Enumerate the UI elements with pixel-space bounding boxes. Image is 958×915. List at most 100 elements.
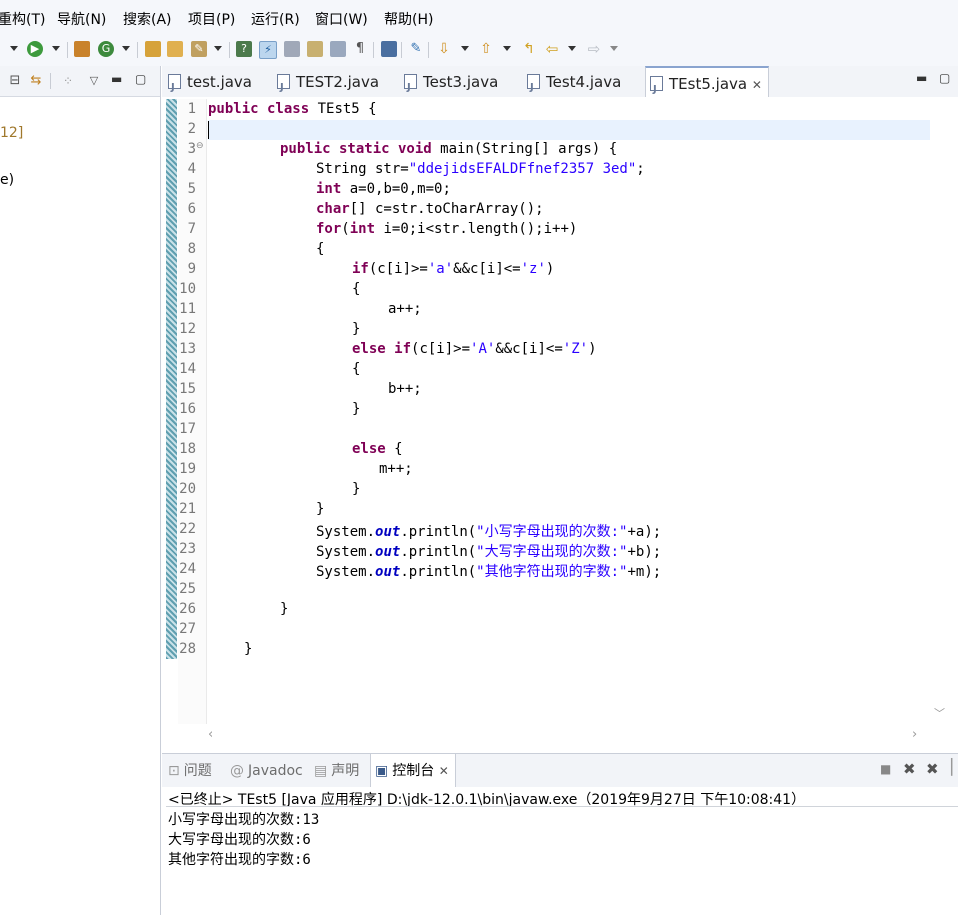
build-icon[interactable]: ✎ [191, 41, 207, 57]
menu-help[interactable]: 帮助(H) [384, 9, 433, 29]
java-file-icon [168, 72, 181, 104]
collapse-all-icon[interactable]: ⊟ [7, 73, 23, 89]
line-number: 15 [179, 381, 196, 397]
code-line: } [352, 321, 361, 337]
view-menu-icon[interactable]: ▽ [86, 73, 102, 89]
vertical-scrollbar[interactable]: ﹀ [930, 97, 950, 727]
code-line: m++; [379, 461, 413, 477]
code-line: { [352, 361, 361, 377]
prev-edit-icon[interactable]: ⇧ [478, 41, 494, 57]
dropdown-arrow-icon[interactable] [610, 46, 618, 51]
code-line: } [352, 481, 361, 497]
document-icon[interactable] [330, 41, 346, 57]
dropdown-arrow-icon[interactable] [568, 46, 576, 51]
tree-item-partial[interactable]: 12] [0, 125, 23, 141]
filter-icon[interactable]: ⁘ [60, 73, 76, 89]
dropdown-arrow-icon[interactable] [214, 46, 222, 51]
edit-icon[interactable] [307, 41, 323, 57]
run-icon[interactable]: ▶ [27, 41, 43, 57]
tab-label: 控制台 [392, 763, 435, 779]
tab-label: 声明 [331, 763, 360, 779]
toggle-mark-icon[interactable]: ⚡ [259, 41, 277, 59]
console-divider [166, 806, 958, 807]
search-icon[interactable]: ? [236, 41, 252, 57]
line-number: 27 [179, 621, 196, 637]
line-number: 7 [187, 221, 196, 237]
tab-problems[interactable]: ⊡ 问题 [168, 754, 212, 788]
dropdown-arrow-icon[interactable] [52, 46, 60, 51]
tab-test5-java[interactable]: TEst5.java ✕ [645, 66, 769, 106]
menu-navigate[interactable]: 导航(N) [57, 9, 106, 29]
minimize-icon[interactable]: ▬ [916, 71, 927, 85]
current-line-highlight [208, 120, 930, 140]
back-icon[interactable]: ⇦ [544, 41, 560, 57]
toolbar-separator [67, 42, 68, 58]
menu-project[interactable]: 项目(P) [188, 9, 235, 29]
menu-window[interactable]: 窗口(W) [315, 9, 368, 29]
tab-console[interactable]: ▣ 控制台 ✕ [370, 754, 456, 788]
line-number: 17 [179, 421, 196, 437]
menu-bar: 重构(T) 导航(N) 搜索(A) 项目(P) 运行(R) 窗口(W) 帮助(H… [0, 0, 958, 34]
code-line: System.out.println("小写字母出现的次数:"+a); [316, 524, 662, 540]
toolbar-separator [401, 42, 402, 58]
code-line: } [352, 401, 361, 417]
line-number: 22 [179, 521, 196, 537]
tab-test-java[interactable]: test.java [168, 66, 252, 104]
toolbar-separator [229, 42, 230, 58]
code-editor[interactable] [162, 97, 958, 747]
line-number: 13 [179, 341, 196, 357]
close-tab-icon[interactable]: ✕ [439, 764, 449, 778]
code-line: } [280, 601, 289, 617]
scroll-right-icon[interactable]: › [912, 727, 917, 742]
fold-collapse-icon[interactable]: ⊖ [196, 141, 204, 151]
menu-refactor[interactable]: 重构(T) [0, 9, 45, 29]
java-file-icon [404, 72, 417, 104]
line-number: 2 [187, 121, 196, 137]
maximize-icon[interactable]: ▢ [135, 72, 146, 86]
menu-search[interactable]: 搜索(A) [123, 9, 172, 29]
menu-run[interactable]: 运行(R) [251, 9, 300, 29]
console-line: 小写字母出现的次数:13 [168, 812, 320, 828]
next-annotation-icon[interactable] [284, 41, 300, 57]
java-file-icon [277, 72, 290, 104]
java-file-icon [527, 72, 540, 104]
line-number: 9 [187, 261, 196, 277]
tab-test3-java[interactable]: Test3.java [404, 66, 498, 104]
open-folder-icon[interactable] [167, 41, 183, 57]
clear-console-icon[interactable]: ▏ [951, 758, 958, 776]
next-edit-icon[interactable]: ⇩ [436, 41, 452, 57]
maximize-icon[interactable]: ▢ [939, 71, 950, 85]
pin-icon[interactable]: ✎ [408, 41, 424, 57]
remove-launch-icon[interactable]: ✖ [903, 760, 916, 778]
open-project-icon[interactable] [145, 41, 161, 57]
horizontal-scrollbar[interactable]: ‹ › [206, 727, 926, 745]
terminate-icon[interactable]: ■ [880, 762, 891, 776]
last-edit-icon[interactable]: ↰ [521, 41, 537, 57]
remove-all-launches-icon[interactable]: ✖ [926, 760, 939, 778]
dropdown-arrow-icon[interactable] [122, 46, 130, 51]
console-icon[interactable] [381, 41, 397, 57]
tab-test2-java[interactable]: TEST2.java [277, 66, 379, 104]
forward-icon[interactable]: ⇨ [586, 41, 602, 57]
minimize-icon[interactable]: ▬ [111, 72, 122, 86]
scroll-left-icon[interactable]: ‹ [208, 727, 213, 742]
tab-label: 问题 [183, 763, 212, 779]
close-tab-icon[interactable]: ✕ [752, 78, 762, 92]
tab-declaration[interactable]: ▤ 声明 [314, 754, 359, 788]
javadoc-icon: @ [230, 763, 244, 779]
tab-test4-java[interactable]: Test4.java [527, 66, 621, 104]
line-number: 19 [179, 461, 196, 477]
dropdown-arrow-icon[interactable] [461, 46, 469, 51]
package-icon[interactable] [74, 41, 90, 57]
console-line: 其他字符出现的字数:6 [168, 852, 311, 868]
link-editor-icon[interactable]: ⇆ [28, 73, 44, 89]
tab-javadoc[interactable]: @ Javadoc [230, 754, 303, 788]
coverage-icon[interactable]: G [98, 41, 114, 57]
show-whitespace-icon[interactable]: ¶ [352, 41, 368, 57]
code-line: if(c[i]>='a'&&c[i]<='z') [352, 261, 555, 277]
dropdown-arrow-icon[interactable] [10, 46, 18, 51]
scroll-down-icon[interactable]: ﹀ [934, 705, 945, 721]
bottom-panel-tab-bar: ⊡ 问题 @ Javadoc ▤ 声明 ▣ 控制台 ✕ ■ ✖ ✖ ▏ [162, 753, 958, 789]
dropdown-arrow-icon[interactable] [503, 46, 511, 51]
tree-item-partial[interactable]: e) [0, 172, 14, 188]
